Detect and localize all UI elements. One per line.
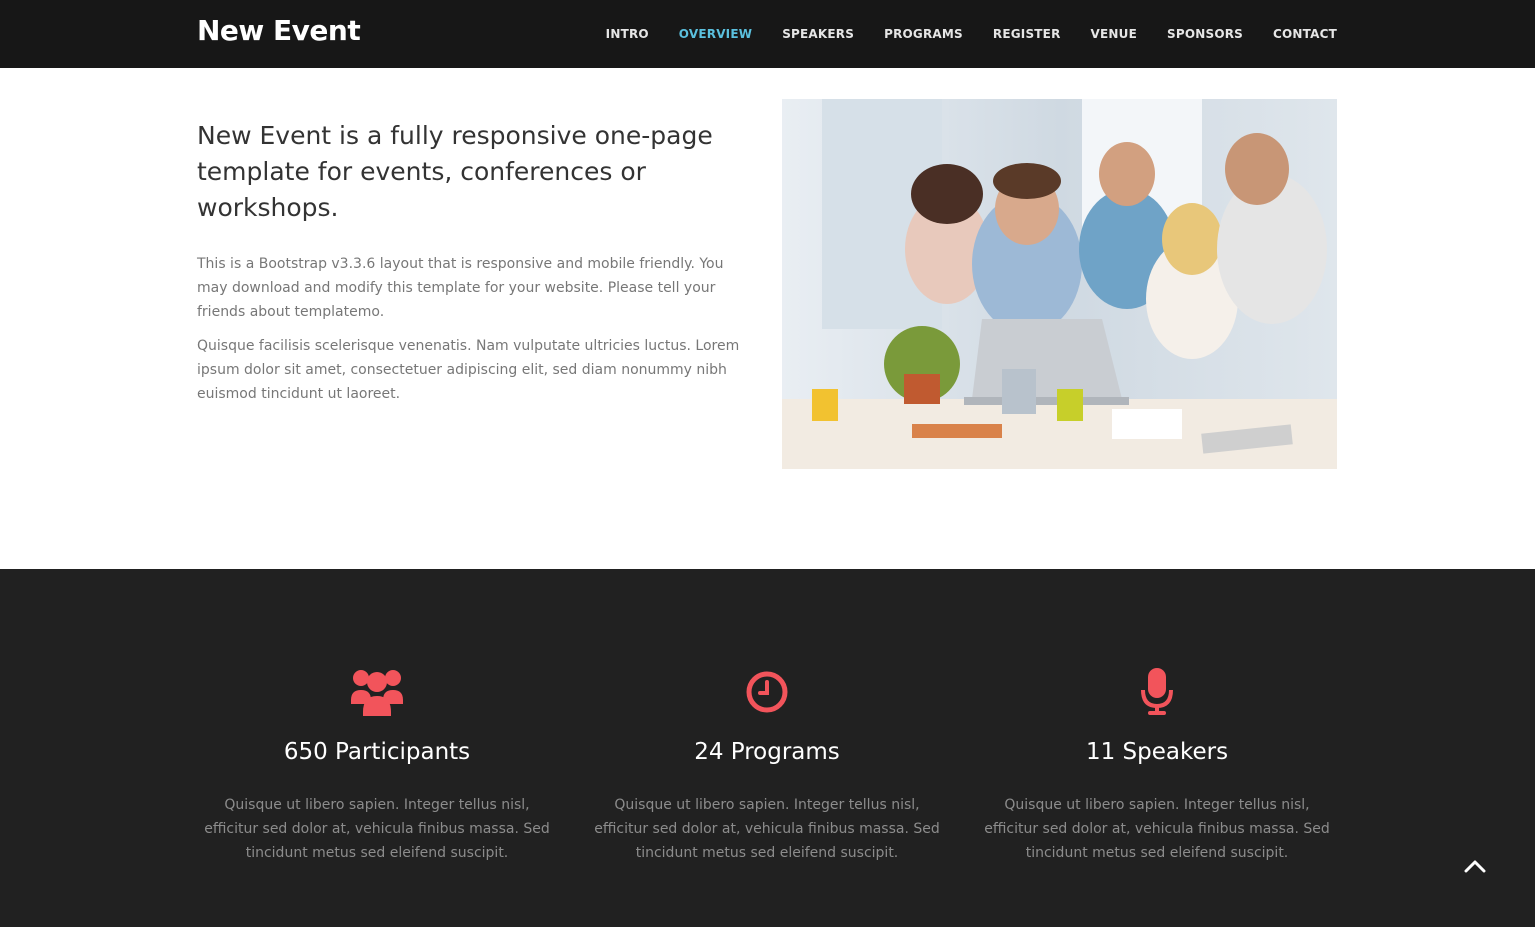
stat-participants: 650 Participants Quisque ut libero sapie… [197, 665, 557, 865]
overview-paragraph-2: Quisque facilisis scelerisque venenatis.… [197, 338, 740, 402]
nav-speakers[interactable]: SPEAKERS [782, 27, 854, 41]
stat-title: 24 Programs [694, 739, 840, 765]
stat-speakers: 11 Speakers Quisque ut libero sapien. In… [977, 665, 1337, 865]
back-to-top-button[interactable] [1456, 848, 1494, 886]
microphone-icon [977, 665, 1337, 719]
stat-title: 650 Participants [283, 739, 471, 765]
nav-venue[interactable]: VENUE [1091, 27, 1137, 41]
overview-section: New Event is a fully responsive one-page… [0, 68, 1535, 569]
nav-overview[interactable]: OVERVIEW [679, 27, 752, 41]
brand-logo[interactable]: New Event [197, 14, 361, 47]
team-meeting-photo [782, 99, 1337, 469]
stats-section: 650 Participants Quisque ut libero sapie… [0, 569, 1535, 927]
chevron-up-icon [1464, 858, 1486, 877]
overview-heading: New Event is a fully responsive one-page… [197, 121, 713, 222]
nav-programs[interactable]: PROGRAMS [884, 27, 963, 41]
clock-icon [587, 665, 947, 719]
stat-text: Quisque ut libero sapien. Integer tellus… [984, 797, 1330, 861]
overview-text: New Event is a fully responsive one-page… [197, 118, 752, 416]
nav-intro[interactable]: INTRO [606, 27, 649, 41]
stat-programs: 24 Programs Quisque ut libero sapien. In… [587, 665, 947, 865]
nav-register[interactable]: REGISTER [993, 27, 1061, 41]
stat-text: Quisque ut libero sapien. Integer tellus… [204, 797, 550, 861]
users-icon [197, 665, 557, 719]
stat-text: Quisque ut libero sapien. Integer tellus… [594, 797, 940, 861]
overview-paragraph-1: This is a Bootstrap v3.3.6 layout that i… [197, 256, 724, 320]
stat-title: 11 Speakers [1085, 739, 1229, 765]
nav-sponsors[interactable]: SPONSORS [1167, 27, 1243, 41]
top-navbar: New Event INTRO OVERVIEW SPEAKERS PROGRA… [0, 0, 1535, 68]
nav-contact[interactable]: CONTACT [1273, 27, 1337, 41]
main-nav: INTRO OVERVIEW SPEAKERS PROGRAMS REGISTE… [606, 0, 1337, 68]
